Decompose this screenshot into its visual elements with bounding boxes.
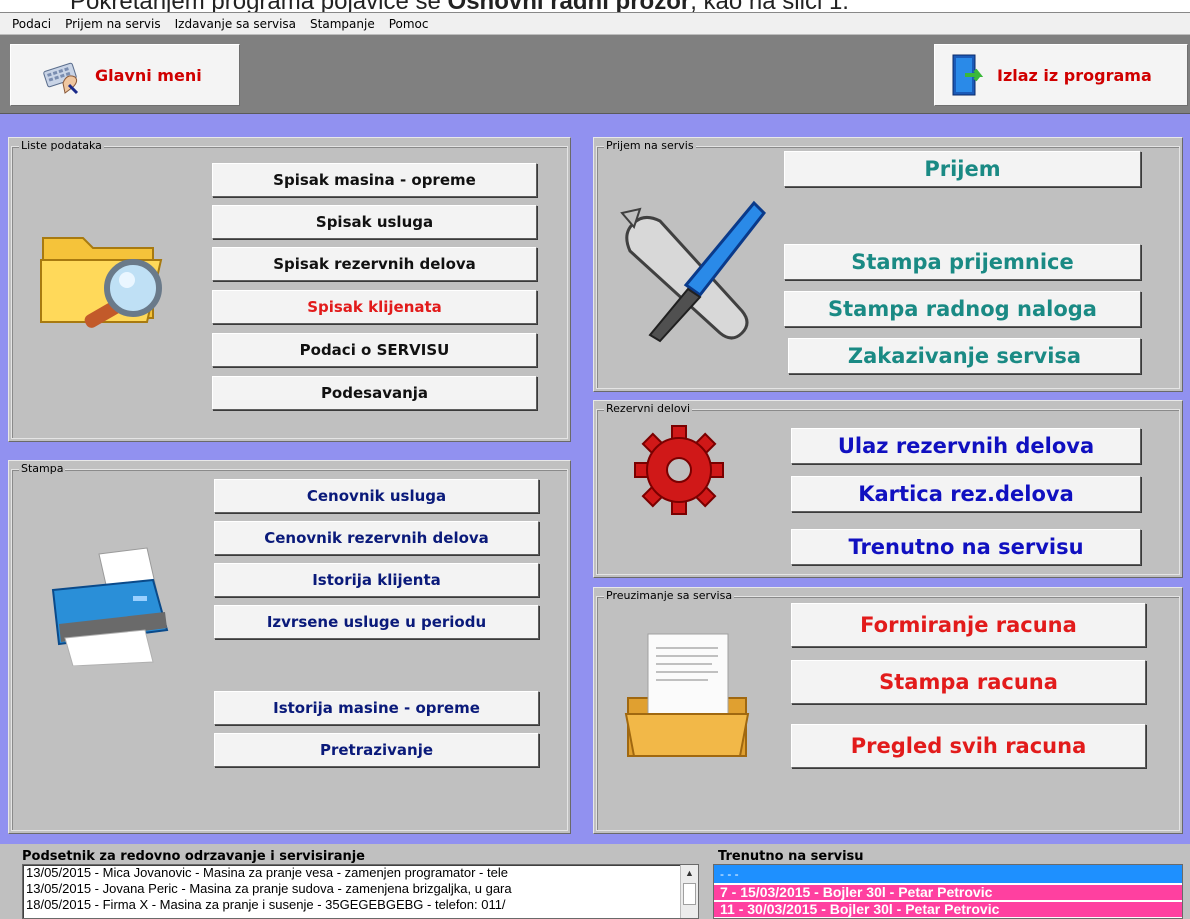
panel-rezervni-delovi: Rezervni delovi Ulaz rezervnih delova Ka… — [593, 400, 1183, 578]
gear-icon — [634, 425, 724, 515]
tools-icon — [620, 200, 766, 343]
prijem-button[interactable]: Prijem — [784, 151, 1141, 187]
izvrsene-usluge-button[interactable]: Izvrsene usluge u periodu — [214, 605, 539, 639]
printer-icon — [51, 547, 169, 666]
istorija-masine-button[interactable]: Istorija masine - opreme — [214, 691, 539, 725]
kartica-rez-delova-button[interactable]: Kartica rez.delova — [791, 476, 1141, 512]
panel-preuzimanje-sa-servisa: Preuzimanje sa servisa Formiranje racuna… — [593, 587, 1183, 834]
pregled-svih-racuna-button[interactable]: Pregled svih racuna — [791, 724, 1146, 768]
cenovnik-rezervnih-delova-button[interactable]: Cenovnik rezervnih delova — [214, 521, 539, 555]
menu-stampanje[interactable]: Stampanje — [310, 17, 375, 31]
on-service-title: Trenutno na servisu — [718, 849, 864, 864]
stampa-prijemnice-button[interactable]: Stampa prijemnice — [784, 244, 1141, 280]
ulaz-rezervnih-delova-button[interactable]: Ulaz rezervnih delova — [791, 428, 1141, 464]
list-item[interactable]: 7 - 15/03/2015 - Bojler 30l - Petar Petr… — [714, 885, 1182, 900]
list-item[interactable]: 18/05/2015 - Firma X - Masina za pranje … — [23, 897, 698, 913]
formiranje-racuna-button[interactable]: Formiranje racuna — [791, 603, 1146, 647]
cenovnik-usluga-button[interactable]: Cenovnik usluga — [214, 479, 539, 513]
trenutno-na-servisu-button[interactable]: Trenutno na servisu — [791, 529, 1141, 565]
menu-izdavanje-sa-servisa[interactable]: Izdavanje sa servisa — [175, 17, 296, 31]
reminder-title: Podsetnik za redovno odrzavanje i servis… — [22, 849, 366, 864]
toolbar: Glavni meni Izlaz iz programa — [0, 34, 1190, 114]
panel-title: Preuzimanje sa servisa — [604, 589, 735, 602]
scroll-thumb[interactable] — [683, 883, 696, 905]
exit-program-label: Izlaz iz programa — [997, 65, 1152, 85]
zakazivanje-servisa-button[interactable]: Zakazivanje servisa — [788, 338, 1141, 374]
stampa-radnog-naloga-button[interactable]: Stampa radnog naloga — [784, 291, 1141, 327]
podesavanja-button[interactable]: Podesavanja — [212, 376, 537, 410]
keyboard-hand-icon — [43, 62, 79, 95]
istorija-klijenta-button[interactable]: Istorija klijenta — [214, 563, 539, 597]
folder-document-icon — [624, 633, 750, 757]
exit-door-icon — [952, 54, 984, 96]
list-item[interactable]: 13/05/2015 - Mica Jovanovic - Masina za … — [23, 865, 698, 881]
stampa-racuna-button[interactable]: Stampa racuna — [791, 660, 1146, 704]
selected-row[interactable]: - - - — [714, 865, 1182, 883]
spisak-masina-button[interactable]: Spisak masina - opreme — [212, 163, 537, 197]
panel-title: Stampa — [19, 462, 66, 475]
menu-pomoc[interactable]: Pomoc — [389, 17, 429, 31]
podaci-o-servisu-button[interactable]: Podaci o SERVISU — [212, 333, 537, 367]
panel-liste-podataka: Liste podataka Spisak masina - opreme Sp… — [8, 137, 571, 442]
spisak-rezervnih-delova-button[interactable]: Spisak rezervnih delova — [212, 247, 537, 281]
panel-prijem-na-servis: Prijem na servis Prijem Stampa prijemnic… — [593, 137, 1183, 392]
panel-title: Liste podataka — [19, 139, 104, 152]
scroll-up-icon[interactable]: ▲ — [681, 865, 698, 882]
main-menu-label: Glavni meni — [95, 65, 202, 85]
on-service-list[interactable]: - - - 7 - 15/03/2015 - Bojler 30l - Peta… — [713, 864, 1183, 919]
reminder-list[interactable]: 13/05/2015 - Mica Jovanovic - Masina za … — [22, 864, 699, 919]
work-area: Liste podataka Spisak masina - opreme Sp… — [0, 114, 1190, 844]
panel-stampa: Stampa Cenovnik usluga Cenovnik rezervni… — [8, 460, 571, 834]
status-area: Podsetnik za redovno odrzavanje i servis… — [0, 844, 1190, 919]
menu-podaci[interactable]: Podaci — [12, 17, 51, 31]
panel-title: Rezervni delovi — [604, 402, 693, 415]
exit-program-button[interactable]: Izlaz iz programa — [934, 44, 1188, 106]
spisak-usluga-button[interactable]: Spisak usluga — [212, 205, 537, 239]
folder-search-icon — [40, 237, 163, 328]
reminder-scrollbar[interactable]: ▲ — [680, 865, 698, 918]
spisak-klijenata-button[interactable]: Spisak klijenata — [212, 290, 537, 324]
panel-title: Prijem na servis — [604, 139, 696, 152]
main-menu-button[interactable]: Glavni meni — [10, 44, 240, 106]
pretrazivanje-button[interactable]: Pretrazivanje — [214, 733, 539, 767]
menu-bar: Podaci Prijem na servis Izdavanje sa ser… — [0, 12, 1190, 34]
list-item[interactable]: 11 - 30/03/2015 - Bojler 30l - Petar Pet… — [714, 902, 1182, 917]
menu-prijem-na-servis[interactable]: Prijem na servis — [65, 17, 161, 31]
document-caption: Pokretanjem programa pojaviće se Osnovni… — [0, 0, 1190, 15]
list-item[interactable]: 13/05/2015 - Jovana Peric - Masina za pr… — [23, 881, 698, 897]
app-window: Pokretanjem programa pojaviće se Osnovni… — [0, 0, 1190, 919]
